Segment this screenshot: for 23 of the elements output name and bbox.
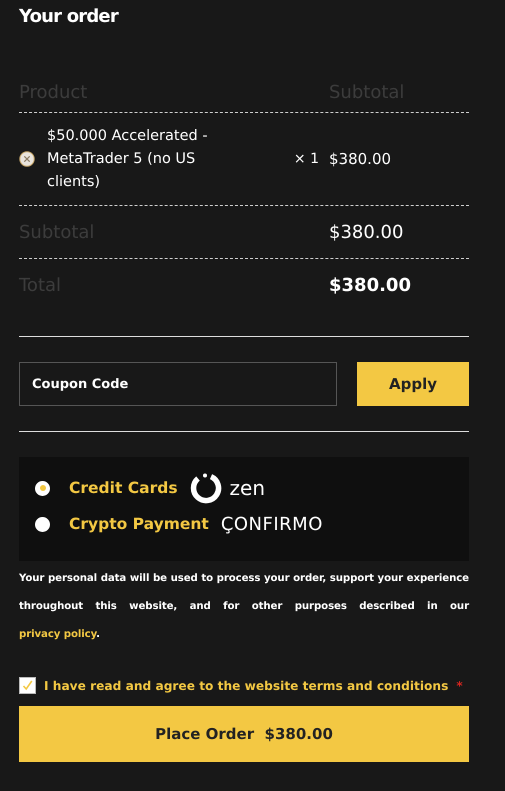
apply-button[interactable]: Apply xyxy=(357,362,469,406)
check-icon xyxy=(22,680,33,691)
radio-button[interactable] xyxy=(35,516,50,532)
remove-icon[interactable] xyxy=(19,151,35,167)
radio-button[interactable] xyxy=(35,480,50,496)
privacy-notice: Your personal data will be used to process your order, support your experience throughout this website, and for other purposes described in our privacy policy. xyxy=(19,572,469,642)
logo-text: zen xyxy=(230,476,266,500)
product-name: $50.000 Accelerated - MetaTrader 5 (no US clients) xyxy=(47,126,209,192)
privacy-link[interactable]: privacy policy xyxy=(19,629,96,640)
coupon-field[interactable]: Coupon Code xyxy=(19,362,337,406)
line-subtotal: $380.00 xyxy=(329,150,392,168)
logo-text: ÇONFIRMO xyxy=(220,514,323,534)
quantity: × 1 xyxy=(294,151,319,167)
total-value: $380.00 xyxy=(329,274,411,296)
order-title: Your order xyxy=(19,6,120,29)
payment-label[interactable]: Credit Cards xyxy=(69,479,178,497)
place-order-button[interactable]: Place Order $380.00 xyxy=(19,706,469,762)
terms-label[interactable]: I have read and agree to the website terms and conditions xyxy=(44,678,448,692)
required-mark: * xyxy=(456,678,463,692)
subtotal-value: $380.00 xyxy=(329,222,404,242)
ring-logo-icon xyxy=(190,472,222,504)
payment-label[interactable]: Crypto Payment xyxy=(69,515,209,533)
terms-checkbox[interactable] xyxy=(19,677,36,694)
